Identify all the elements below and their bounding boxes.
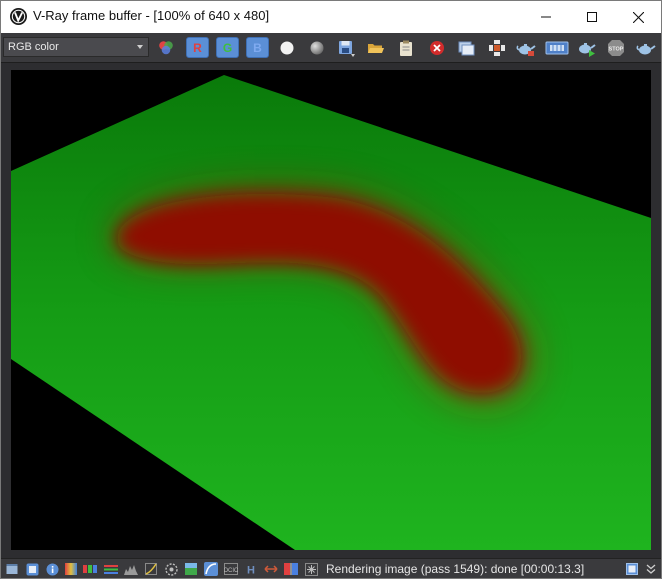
clear-button[interactable] [426, 37, 448, 58]
clipboard-icon [400, 40, 412, 56]
clear-image-button[interactable] [395, 37, 417, 58]
teapot-render-icon [636, 43, 656, 54]
status-text: Rendering image (pass 1549): done [00:00… [326, 562, 585, 576]
minimize-icon [541, 16, 551, 18]
blue-channel-button[interactable]: B [246, 37, 269, 58]
start-interactive-render-button[interactable] [575, 37, 597, 58]
teapot-icon [516, 43, 536, 56]
hsl-button[interactable] [83, 562, 97, 576]
region-render-icon [489, 39, 505, 56]
vfb-window: V-Ray frame buffer - [100% of 640 x 480]… [0, 0, 662, 579]
levels-button[interactable] [124, 562, 138, 576]
channel-select[interactable]: RGB color [3, 37, 149, 57]
svg-text:STOP: STOP [609, 46, 624, 52]
vray-logo-icon [10, 8, 27, 25]
render-viewport[interactable] [1, 63, 661, 550]
title-bar[interactable]: V-Ray frame buffer - [100% of 640 x 480] [1, 1, 661, 33]
pixel-aspect-button[interactable] [284, 562, 298, 576]
duplicate-to-mplay-button[interactable] [455, 37, 477, 58]
status-bar: OCIO H Rendering image (pass 1549): done… [1, 558, 661, 578]
red-channel-button[interactable]: R [186, 37, 209, 58]
stop-icon: STOP [608, 39, 624, 56]
channel-select-value: RGB color [8, 41, 59, 53]
hsl-icon [83, 565, 97, 573]
render-button[interactable] [635, 37, 657, 58]
color-clamp-button[interactable] [64, 562, 78, 576]
color-balance-icon [104, 565, 118, 574]
panel-icon [626, 563, 638, 575]
compare-ab-button[interactable] [264, 562, 278, 576]
film-strip-icon [545, 41, 569, 54]
view-white-button[interactable] [276, 37, 298, 58]
region-render-button[interactable] [486, 37, 508, 58]
chevron-double-down-icon [646, 564, 656, 574]
gray-sphere-icon [310, 41, 324, 54]
curves-icon [145, 563, 157, 575]
white-circle-icon [280, 41, 294, 54]
render-last-button[interactable] [515, 37, 537, 58]
show-corrections-button[interactable] [25, 562, 39, 576]
green-channel-button[interactable]: G [216, 37, 239, 58]
floppy-disk-icon [339, 40, 355, 57]
corrections-icon [26, 563, 38, 575]
link-to-vfb-button[interactable] [545, 37, 569, 58]
maximize-icon [587, 12, 597, 22]
lut-button[interactable] [204, 562, 218, 576]
lens-effects-button[interactable] [304, 562, 318, 576]
save-image-button[interactable] [335, 37, 357, 58]
compare-h-icon: H [247, 565, 255, 576]
exposure-button[interactable] [164, 562, 178, 576]
svg-text:OCIO: OCIO [224, 568, 238, 574]
curves-button[interactable] [144, 562, 158, 576]
color-circles-icon [159, 40, 173, 54]
svg-text:H: H [247, 565, 255, 576]
background-image-icon [185, 563, 197, 575]
toolbar: RGB color R G B STOP [1, 33, 661, 63]
folder-open-icon [368, 43, 384, 53]
color-circles-button[interactable] [155, 37, 177, 58]
close-button[interactable] [615, 1, 661, 33]
duplicate-window-icon [458, 41, 475, 55]
aperture-icon [164, 562, 178, 576]
window-title: V-Ray frame buffer - [100% of 640 x 480] [33, 8, 270, 23]
split-view-icon [284, 563, 298, 575]
info-icon [46, 563, 58, 575]
stop-render-button[interactable]: STOP [605, 37, 627, 58]
render-canvas [11, 70, 651, 550]
rendered-plane-image [11, 70, 651, 550]
info-button[interactable] [45, 562, 59, 576]
show-panel-button[interactable] [625, 562, 639, 576]
lut-curve-icon [204, 562, 218, 576]
load-image-button[interactable] [365, 37, 387, 58]
histogram-icon [124, 565, 138, 575]
ocio-icon: OCIO [224, 563, 238, 575]
maximize-button[interactable] [569, 1, 615, 33]
teapot-play-icon [579, 42, 596, 57]
view-alpha-button[interactable] [306, 37, 328, 58]
gradient-icon [65, 563, 77, 575]
red-x-circle-icon [430, 40, 444, 55]
history-icon [6, 564, 18, 574]
expand-button[interactable] [644, 562, 658, 576]
chevron-down-icon [137, 45, 143, 49]
compare-h-button[interactable]: H [244, 562, 258, 576]
close-icon [632, 11, 644, 23]
compare-ab-icon [264, 565, 278, 573]
background-image-button[interactable] [184, 562, 198, 576]
show-history-button[interactable] [5, 562, 19, 576]
lens-effects-icon [304, 562, 318, 576]
minimize-button[interactable] [523, 1, 569, 33]
ocio-button[interactable]: OCIO [224, 562, 238, 576]
color-balance-button[interactable] [104, 562, 118, 576]
